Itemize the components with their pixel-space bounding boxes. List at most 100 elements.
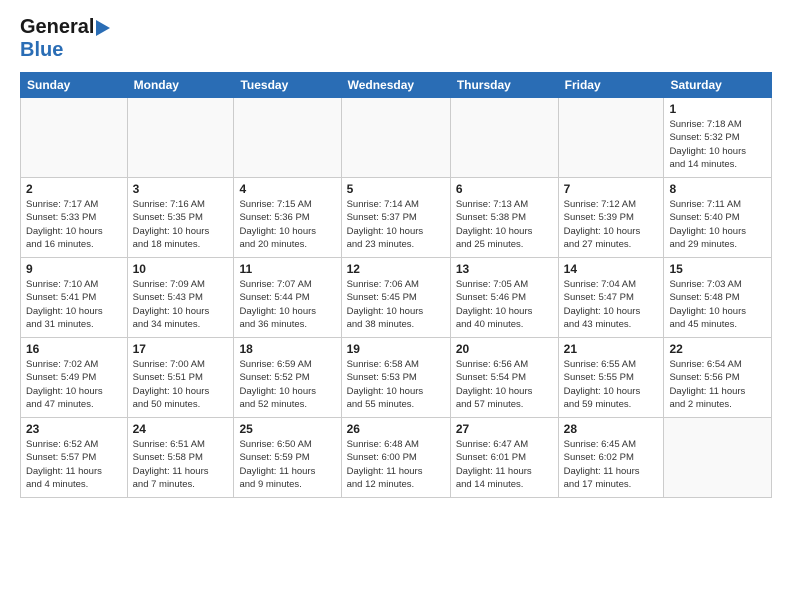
day-number: 9 — [26, 262, 122, 276]
day-info: Sunrise: 6:48 AMSunset: 6:00 PMDaylight:… — [347, 438, 445, 491]
calendar-cell — [21, 98, 128, 178]
day-info: Sunrise: 6:56 AMSunset: 5:54 PMDaylight:… — [456, 358, 553, 411]
day-number: 20 — [456, 342, 553, 356]
day-number: 19 — [347, 342, 445, 356]
day-info: Sunrise: 6:54 AMSunset: 5:56 PMDaylight:… — [669, 358, 766, 411]
day-number: 21 — [564, 342, 659, 356]
calendar-cell: 13 Sunrise: 7:05 AMSunset: 5:46 PMDayligh… — [450, 258, 558, 338]
calendar-cell: 5Sunrise: 7:14 AMSunset: 5:37 PMDaylight… — [341, 178, 450, 258]
day-info: Sunrise: 7:06 AMSunset: 5:45 PMDaylight:… — [347, 278, 445, 331]
week-row-1: 1Sunrise: 7:18 AMSunset: 5:32 PMDaylight… — [21, 98, 772, 178]
weekday-header-row: SundayMondayTuesdayWednesdayThursdayFrid… — [21, 73, 772, 98]
logo-text-general: General — [20, 16, 94, 39]
calendar-cell: 12Sunrise: 7:06 AMSunset: 5:45 PMDayligh… — [341, 258, 450, 338]
calendar-cell: 21 Sunrise: 6:55 AMSunset: 5:55 PMDayligh… — [558, 338, 664, 418]
calendar-cell — [450, 98, 558, 178]
calendar-cell: 14Sunrise: 7:04 AMSunset: 5:47 PMDayligh… — [558, 258, 664, 338]
calendar-cell: 16Sunrise: 7:02 AMSunset: 5:49 PMDayligh… — [21, 338, 128, 418]
day-info: Sunrise: 6:52 AMSunset: 5:57 PMDaylight:… — [26, 438, 122, 491]
day-number: 3 — [133, 182, 229, 196]
day-info: Sunrise: 7:00 AMSunset: 5:51 PMDaylight:… — [133, 358, 229, 411]
weekday-header-saturday: Saturday — [664, 73, 772, 98]
calendar-cell: 24 Sunrise: 6:51 AMSunset: 5:58 PMDayligh… — [127, 418, 234, 498]
week-row-4: 16Sunrise: 7:02 AMSunset: 5:49 PMDayligh… — [21, 338, 772, 418]
calendar-cell — [341, 98, 450, 178]
day-number: 26 — [347, 422, 445, 436]
day-number: 14 — [564, 262, 659, 276]
calendar-cell: 4 Sunrise: 7:15 AMSunset: 5:36 PMDaylight… — [234, 178, 341, 258]
day-info: Sunrise: 6:59 AMSunset: 5:52 PMDaylight:… — [239, 358, 335, 411]
day-number: 27 — [456, 422, 553, 436]
day-info: Sunrise: 6:45 AMSunset: 6:02 PMDaylight:… — [564, 438, 659, 491]
weekday-header-friday: Friday — [558, 73, 664, 98]
day-number: 6 — [456, 182, 553, 196]
calendar-cell: 3 Sunrise: 7:16 AMSunset: 5:35 PMDaylight… — [127, 178, 234, 258]
day-info: Sunrise: 6:55 AMSunset: 5:55 PMDaylight:… — [564, 358, 659, 411]
day-number: 28 — [564, 422, 659, 436]
day-info: Sunrise: 7:07 AMSunset: 5:44 PMDaylight:… — [239, 278, 335, 331]
day-info: Sunrise: 7:10 AMSunset: 5:41 PMDaylight:… — [26, 278, 122, 331]
day-number: 2 — [26, 182, 122, 196]
calendar-cell: 19 Sunrise: 6:58 AMSunset: 5:53 PMDayligh… — [341, 338, 450, 418]
calendar-cell: 17Sunrise: 7:00 AMSunset: 5:51 PMDayligh… — [127, 338, 234, 418]
calendar-cell: 20 Sunrise: 6:56 AMSunset: 5:54 PMDayligh… — [450, 338, 558, 418]
calendar-cell: 7Sunrise: 7:12 AMSunset: 5:39 PMDaylight… — [558, 178, 664, 258]
day-info: Sunrise: 7:09 AMSunset: 5:43 PMDaylight:… — [133, 278, 229, 331]
calendar-cell — [664, 418, 772, 498]
day-info: Sunrise: 6:58 AMSunset: 5:53 PMDaylight:… — [347, 358, 445, 411]
day-number: 13 — [456, 262, 553, 276]
calendar-cell: 27 Sunrise: 6:47 AMSunset: 6:01 PMDayligh… — [450, 418, 558, 498]
day-number: 1 — [669, 102, 766, 116]
week-row-2: 2 Sunrise: 7:17 AMSunset: 5:33 PMDaylight… — [21, 178, 772, 258]
day-number: 16 — [26, 342, 122, 356]
day-info: Sunrise: 7:14 AMSunset: 5:37 PMDaylight:… — [347, 198, 445, 251]
day-number: 8 — [669, 182, 766, 196]
day-number: 25 — [239, 422, 335, 436]
calendar-table: SundayMondayTuesdayWednesdayThursdayFrid… — [20, 72, 772, 498]
weekday-header-wednesday: Wednesday — [341, 73, 450, 98]
logo-arrow-icon — [96, 20, 110, 36]
day-number: 23 — [26, 422, 122, 436]
day-number: 24 — [133, 422, 229, 436]
calendar-cell: 18 Sunrise: 6:59 AMSunset: 5:52 PMDayligh… — [234, 338, 341, 418]
calendar-cell: 9 Sunrise: 7:10 AMSunset: 5:41 PMDaylight… — [21, 258, 128, 338]
weekday-header-monday: Monday — [127, 73, 234, 98]
header: General Blue — [20, 16, 772, 62]
day-info: Sunrise: 6:47 AMSunset: 6:01 PMDaylight:… — [456, 438, 553, 491]
page: General Blue SundayMondayTuesdayWednesda… — [0, 0, 792, 514]
logo-text-blue: Blue — [20, 39, 63, 61]
day-info: Sunrise: 7:13 AMSunset: 5:38 PMDaylight:… — [456, 198, 553, 251]
calendar-cell: 23 Sunrise: 6:52 AMSunset: 5:57 PMDayligh… — [21, 418, 128, 498]
day-info: Sunrise: 7:16 AMSunset: 5:35 PMDaylight:… — [133, 198, 229, 251]
calendar-cell: 15 Sunrise: 7:03 AMSunset: 5:48 PMDayligh… — [664, 258, 772, 338]
day-info: Sunrise: 7:03 AMSunset: 5:48 PMDaylight:… — [669, 278, 766, 331]
day-number: 4 — [239, 182, 335, 196]
weekday-header-tuesday: Tuesday — [234, 73, 341, 98]
day-info: Sunrise: 6:50 AMSunset: 5:59 PMDaylight:… — [239, 438, 335, 491]
calendar-cell: 8 Sunrise: 7:11 AMSunset: 5:40 PMDaylight… — [664, 178, 772, 258]
calendar-cell — [234, 98, 341, 178]
calendar-cell — [558, 98, 664, 178]
weekday-header-thursday: Thursday — [450, 73, 558, 98]
day-info: Sunrise: 7:15 AMSunset: 5:36 PMDaylight:… — [239, 198, 335, 251]
calendar-cell: 10 Sunrise: 7:09 AMSunset: 5:43 PMDayligh… — [127, 258, 234, 338]
day-number: 10 — [133, 262, 229, 276]
day-number: 15 — [669, 262, 766, 276]
day-info: Sunrise: 7:05 AMSunset: 5:46 PMDaylight:… — [456, 278, 553, 331]
day-info: Sunrise: 7:12 AMSunset: 5:39 PMDaylight:… — [564, 198, 659, 251]
calendar-cell: 25 Sunrise: 6:50 AMSunset: 5:59 PMDayligh… — [234, 418, 341, 498]
calendar-cell — [127, 98, 234, 178]
day-info: Sunrise: 7:17 AMSunset: 5:33 PMDaylight:… — [26, 198, 122, 251]
week-row-3: 9 Sunrise: 7:10 AMSunset: 5:41 PMDaylight… — [21, 258, 772, 338]
day-info: Sunrise: 7:11 AMSunset: 5:40 PMDaylight:… — [669, 198, 766, 251]
day-info: Sunrise: 6:51 AMSunset: 5:58 PMDaylight:… — [133, 438, 229, 491]
calendar-cell: 22 Sunrise: 6:54 AMSunset: 5:56 PMDayligh… — [664, 338, 772, 418]
calendar-cell: 1Sunrise: 7:18 AMSunset: 5:32 PMDaylight… — [664, 98, 772, 178]
week-row-5: 23 Sunrise: 6:52 AMSunset: 5:57 PMDayligh… — [21, 418, 772, 498]
day-number: 22 — [669, 342, 766, 356]
calendar-cell: 11 Sunrise: 7:07 AMSunset: 5:44 PMDayligh… — [234, 258, 341, 338]
day-number: 11 — [239, 262, 335, 276]
day-number: 18 — [239, 342, 335, 356]
calendar-cell: 6 Sunrise: 7:13 AMSunset: 5:38 PMDaylight… — [450, 178, 558, 258]
logo: General Blue — [20, 16, 110, 62]
